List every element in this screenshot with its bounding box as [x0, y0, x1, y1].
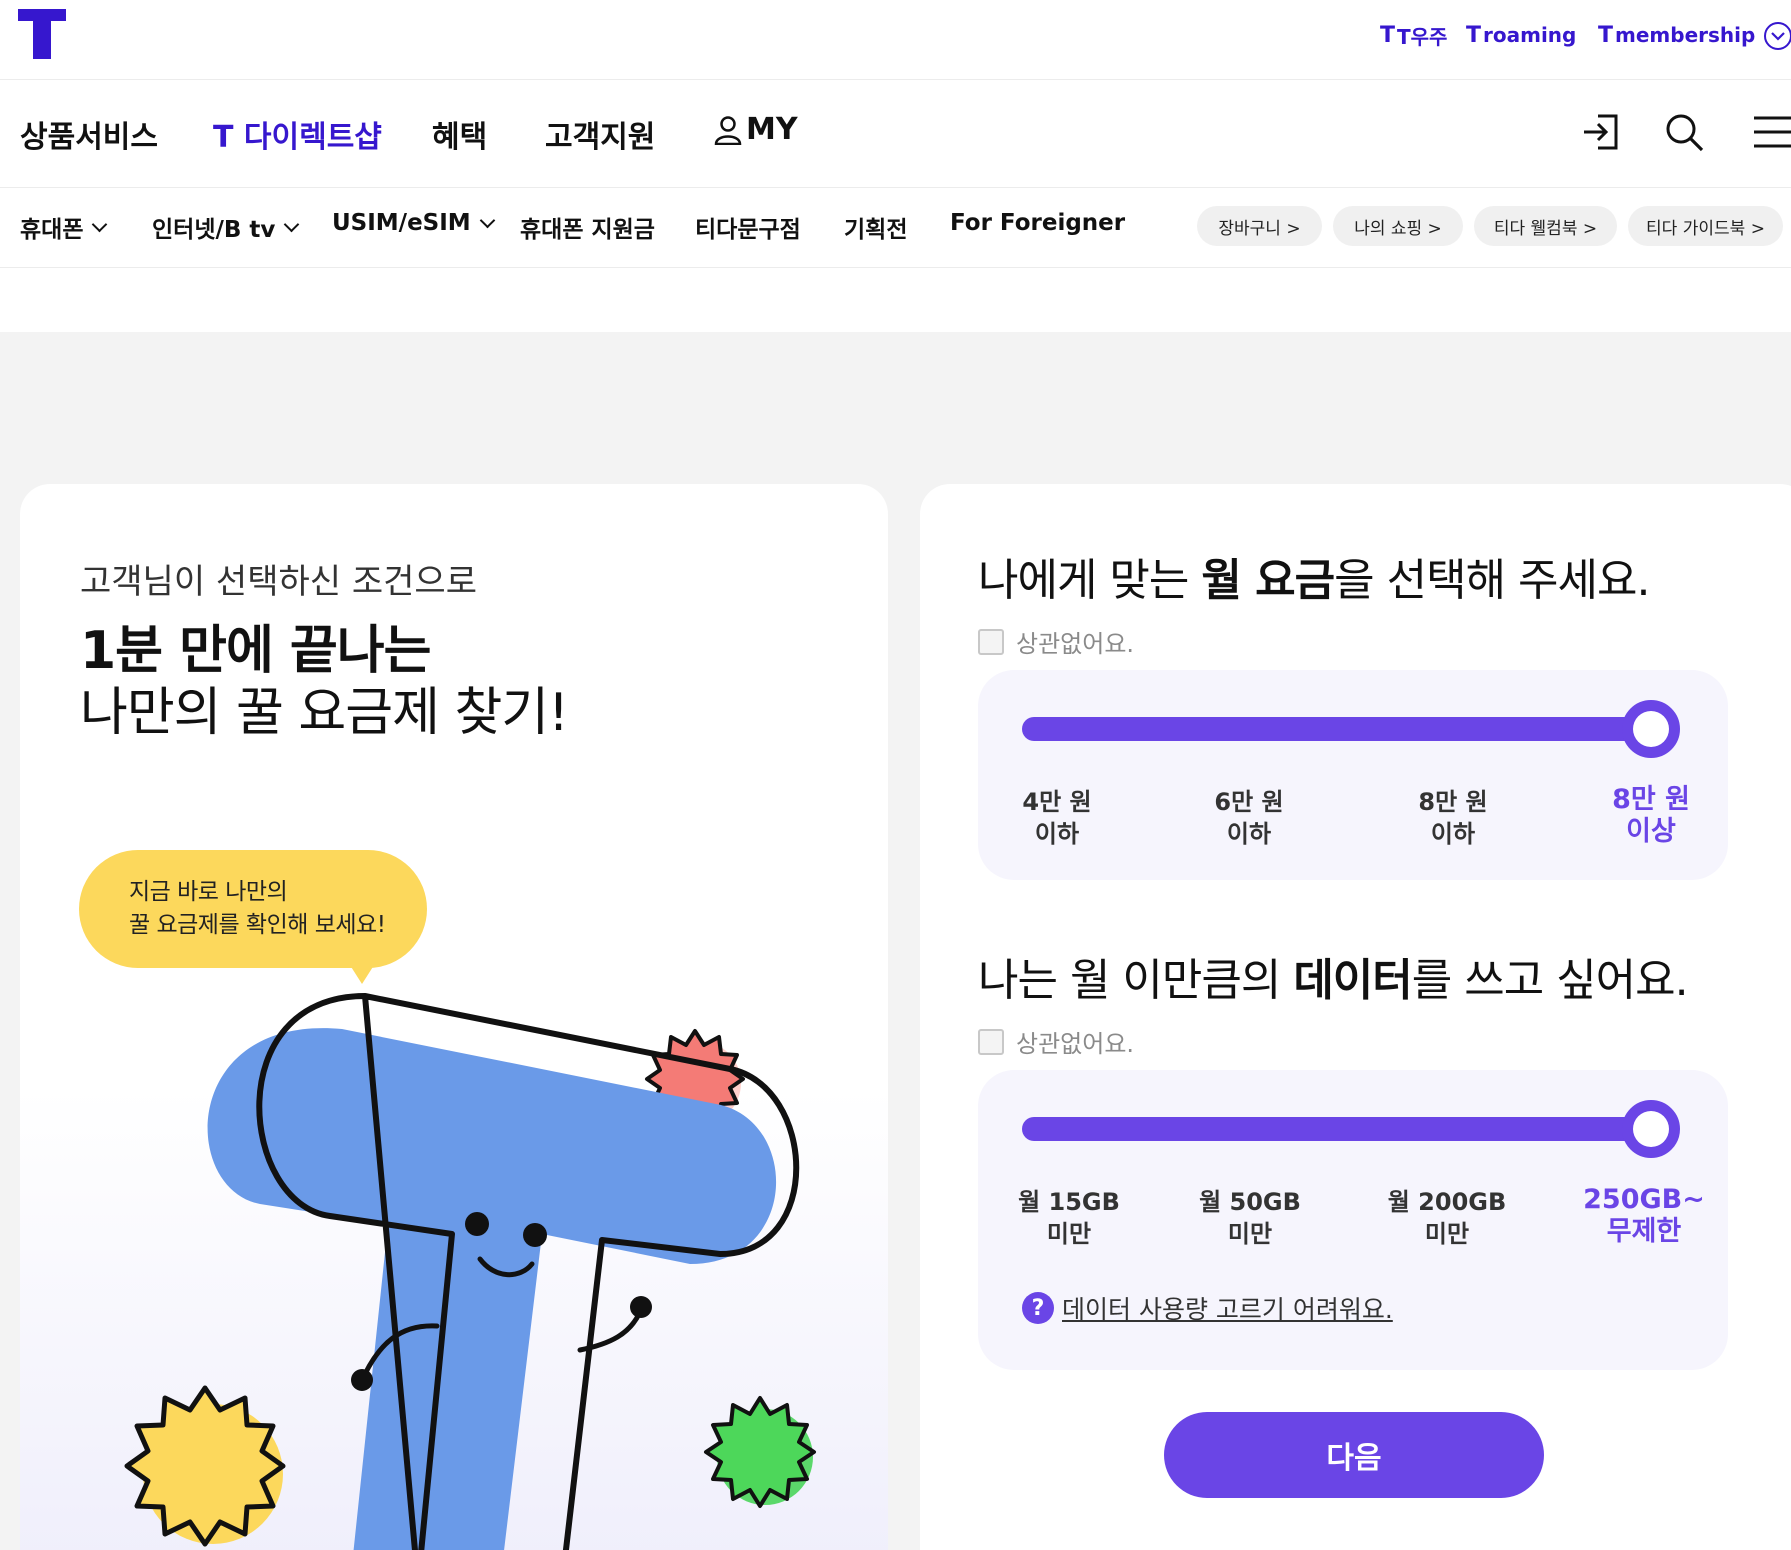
search-icon[interactable]: [1662, 110, 1706, 154]
t-logo[interactable]: [18, 9, 66, 59]
pill-welcome-book[interactable]: 티다 웰컴북 >: [1474, 206, 1617, 246]
nav-support[interactable]: 고객지원: [545, 112, 655, 156]
person-icon: [714, 115, 742, 145]
data-slider-track[interactable]: [1022, 1117, 1652, 1141]
nav-direct-shop[interactable]: T 다이렉트샵: [213, 112, 382, 156]
data-tick[interactable]: 월 50GB 미만: [1185, 1186, 1315, 1250]
t-mark-icon: T: [1598, 22, 1614, 48]
pill-guide-book[interactable]: 티다 가이드북 >: [1628, 206, 1783, 246]
login-icon[interactable]: [1578, 110, 1622, 154]
speech-bubble: 지금 바로 나만의 꿀 요금제를 확인해 보세요!: [79, 850, 427, 968]
checkbox-icon: [978, 1028, 1004, 1055]
chevron-down-icon: [479, 212, 495, 228]
fee-slider: 4만 원 이하 6만 원 이하 8만 원 이하 8만 원 이상: [978, 670, 1728, 880]
pill-cart[interactable]: 장바구니 >: [1197, 206, 1322, 246]
data-slider: 월 15GB 미만 월 50GB 미만 월 200GB 미만 250GB~ 무제한 ? …: [978, 1070, 1728, 1370]
speech-bubble-tail: [348, 962, 376, 984]
subnav-promotions[interactable]: 기획전: [844, 210, 907, 244]
fee-slider-track[interactable]: [1022, 717, 1652, 741]
intro-main-title: 나만의 꿀 요금제 찾기!: [80, 683, 569, 743]
data-tick-selected[interactable]: 250GB~ 무제한: [1579, 1184, 1709, 1248]
fee-question-title: 나에게 맞는 월 요금을 선택해 주세요.: [978, 555, 1650, 606]
util-link-tuniverse[interactable]: T T우주: [1380, 20, 1447, 50]
subnav-phone-subsidy[interactable]: 휴대폰 지원금: [520, 210, 655, 244]
chevron-down-icon: [284, 216, 300, 232]
top-utility-bar: T T우주 Troaming Tmembership: [0, 0, 1791, 80]
data-tick[interactable]: 월 15GB 미만: [1004, 1186, 1134, 1250]
data-tick[interactable]: 월 200GB 미만: [1382, 1186, 1512, 1250]
sub-nav: 휴대폰 인터넷/B tv USIM/eSIM 휴대폰 지원금 티다문구점 기획전…: [0, 188, 1791, 268]
fee-tick[interactable]: 6만 원 이하: [1184, 786, 1314, 850]
t-mark-icon: T: [1380, 22, 1396, 48]
data-slider-thumb[interactable]: [1622, 1100, 1680, 1158]
menu-icon[interactable]: [1750, 110, 1791, 154]
main-nav: 상품서비스 T 다이렉트샵 혜택 고객지원 MY: [0, 80, 1791, 188]
subnav-usim-esim[interactable]: USIM/eSIM: [332, 210, 495, 236]
next-button[interactable]: 다음: [1164, 1412, 1544, 1498]
data-question-title: 나는 월 이만큼의 데이터를 쓰고 싶어요.: [978, 955, 1689, 1006]
nav-benefits[interactable]: 혜택: [432, 112, 487, 156]
checkbox-icon: [978, 628, 1004, 655]
subnav-stationery[interactable]: 티다문구점: [695, 210, 801, 244]
green-flower-icon: [704, 1396, 816, 1508]
util-link-troaming[interactable]: Troaming: [1466, 20, 1576, 50]
nav-products[interactable]: 상품서비스: [20, 112, 158, 156]
fee-nomatter-checkbox[interactable]: 상관없어요.: [978, 624, 1134, 659]
fee-tick[interactable]: 4만 원 이하: [992, 786, 1122, 850]
question-icon: ?: [1022, 1292, 1054, 1324]
util-link-tmembership[interactable]: Tmembership: [1598, 20, 1755, 50]
pill-my-shopping[interactable]: 나의 쇼핑 >: [1333, 206, 1463, 246]
chevron-down-icon: [92, 216, 108, 232]
expand-circle-icon[interactable]: [1764, 22, 1791, 50]
subnav-internet-btv[interactable]: 인터넷/B tv: [152, 210, 300, 244]
data-nomatter-checkbox[interactable]: 상관없어요.: [978, 1024, 1134, 1059]
intro-card: 고객님이 선택하신 조건으로 1분 만에 끝나는 나만의 꿀 요금제 찾기! 지…: [20, 484, 888, 1550]
fee-slider-thumb[interactable]: [1622, 700, 1680, 758]
nav-my[interactable]: MY: [714, 112, 798, 147]
plan-finder-card: 나에게 맞는 월 요금을 선택해 주세요. 상관없어요. 4만 원 이하 6만 원…: [920, 484, 1791, 1550]
fee-tick[interactable]: 8만 원 이하: [1388, 786, 1518, 850]
data-help-link[interactable]: ? 데이터 사용량 고르기 어려워요.: [1022, 1290, 1393, 1326]
subnav-phone[interactable]: 휴대폰: [20, 210, 108, 244]
yellow-flower-icon: [124, 1385, 286, 1547]
mascot-illustration: [124, 993, 816, 1550]
intro-subtitle: 고객님이 선택하신 조건으로: [80, 562, 477, 602]
subnav-for-foreigner[interactable]: For Foreigner: [950, 210, 1125, 236]
fee-tick-selected[interactable]: 8만 원 이상: [1586, 784, 1716, 848]
t-mark-icon: T: [1466, 22, 1482, 48]
